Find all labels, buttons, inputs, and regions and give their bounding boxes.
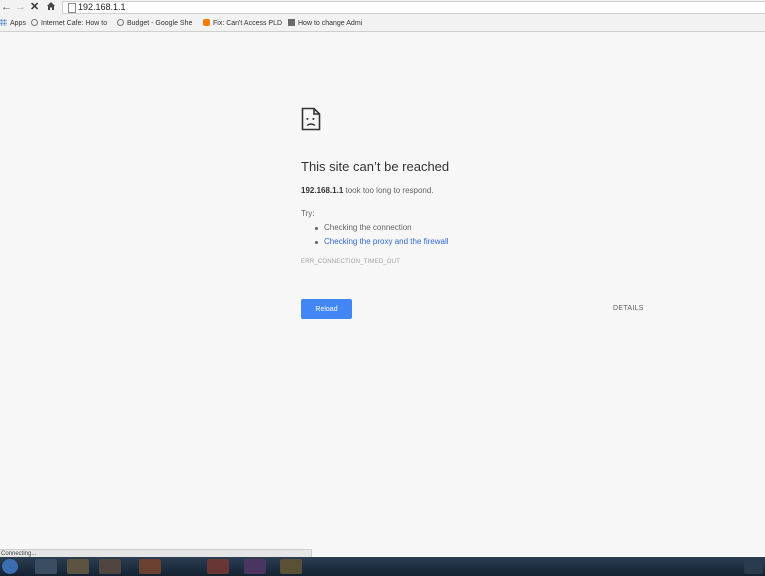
error-description: 192.168.1.1 took too long to respond.	[301, 186, 434, 196]
bookmark-change-admin[interactable]: How to change Admi	[288, 19, 362, 28]
globe-icon	[117, 19, 124, 26]
taskbar-app-icon[interactable]	[35, 559, 57, 574]
bookmark-apps[interactable]: Apps	[0, 19, 26, 28]
home-icon[interactable]	[46, 1, 56, 15]
error-message: took too long to respond.	[343, 186, 434, 195]
page-icon	[68, 3, 76, 13]
stop-icon[interactable]: ✕	[30, 1, 39, 14]
error-title: This site can’t be reached	[301, 159, 450, 174]
apps-grid-icon	[0, 19, 7, 26]
forward-arrow-icon[interactable]: →	[15, 1, 26, 14]
taskbar-app-icon[interactable]	[207, 559, 229, 574]
bookmark-internet-cafe[interactable]: Internet Cafe: How to	[31, 19, 107, 28]
taskbar-folder-icon[interactable]	[67, 559, 89, 574]
taskbar-media-icon[interactable]	[99, 559, 121, 574]
bookmarks-bar: Apps Internet Cafe: How to Budget - Goog…	[0, 15, 765, 32]
browser-toolbar: ← → ✕ 192.168.1.1	[0, 0, 765, 15]
os-taskbar	[0, 557, 765, 576]
suggestion-check-connection: Checking the connection	[315, 223, 412, 232]
reload-button[interactable]: Reload	[301, 299, 352, 319]
error-host: 192.168.1.1	[301, 186, 344, 195]
try-label: Try:	[301, 209, 315, 218]
bookmark-fix-pldt[interactable]: Fix: Can't Access PLD	[203, 19, 282, 28]
bookmark-budget[interactable]: Budget - Google She	[117, 19, 192, 28]
details-button[interactable]: DETAILS	[613, 304, 644, 313]
taskbar-app-icon[interactable]	[139, 559, 161, 574]
back-arrow-icon[interactable]: ←	[1, 1, 12, 14]
show-desktop-button[interactable]	[744, 559, 763, 574]
blogger-icon	[203, 19, 210, 26]
taskbar-app-icon[interactable]	[280, 559, 302, 574]
sad-page-icon	[301, 107, 321, 136]
start-button[interactable]	[2, 559, 18, 574]
taskbar-app-icon[interactable]	[244, 559, 266, 574]
suggestion-check-proxy-link[interactable]: Checking the proxy and the firewall	[315, 237, 449, 247]
url-text[interactable]: 192.168.1.1	[78, 2, 126, 13]
page-icon	[288, 19, 295, 26]
address-bar[interactable]: 192.168.1.1	[62, 1, 765, 14]
page-content	[0, 32, 765, 557]
globe-icon	[31, 19, 38, 26]
error-code: ERR_CONNECTION_TIMED_OUT	[301, 259, 401, 265]
